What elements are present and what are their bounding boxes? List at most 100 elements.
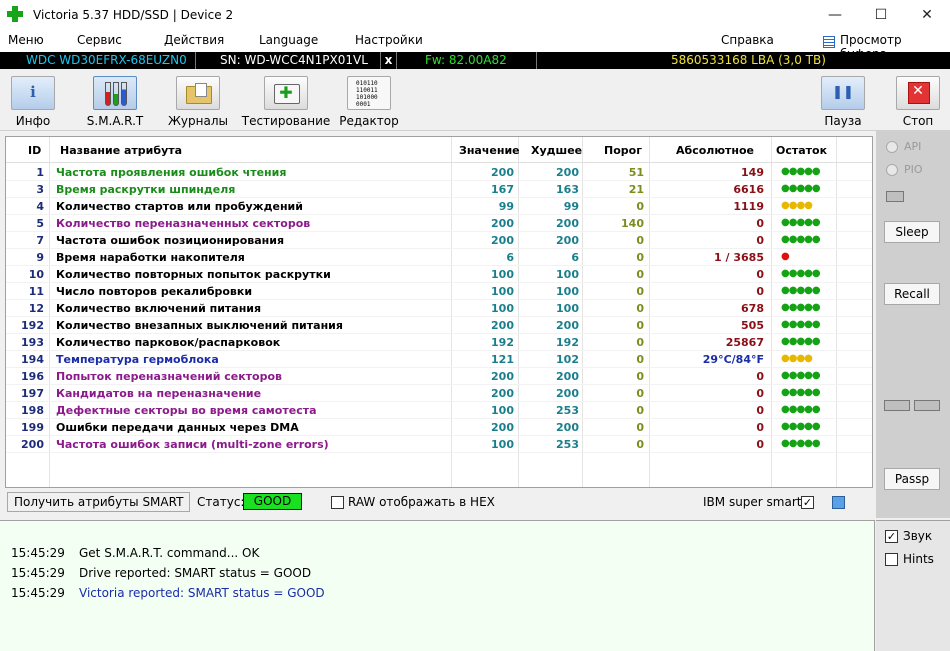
smart-attributes-table: ID Название атрибута Значение Худшее Пор… bbox=[5, 136, 873, 488]
header-threshold[interactable]: Порог bbox=[604, 144, 642, 157]
cell-value: 100 bbox=[491, 404, 514, 417]
cell-worst: 6 bbox=[571, 251, 579, 264]
info-icon: i bbox=[11, 76, 55, 110]
cell-value: 167 bbox=[491, 183, 514, 196]
get-smart-button[interactable]: Получить атрибуты SMART bbox=[7, 492, 191, 512]
table-row[interactable]: 200 Частота ошибок записи (multi-zone err… bbox=[6, 436, 872, 453]
info-button[interactable]: i Инфо bbox=[0, 76, 68, 128]
header-worst[interactable]: Худшее bbox=[531, 144, 582, 157]
menu-bar: Меню Сервис Действия Language Настройки … bbox=[0, 31, 950, 61]
options-panel: ✓ Звук Hints bbox=[876, 520, 950, 651]
header-raw[interactable]: Абсолютное bbox=[676, 144, 754, 157]
right-control-panel: API PIO Sleep Recall Passp bbox=[876, 131, 950, 518]
cell-worst: 253 bbox=[556, 438, 579, 451]
menu-service[interactable]: Сервис bbox=[77, 33, 122, 47]
stop-button[interactable]: ✕ Стоп bbox=[883, 76, 950, 128]
table-row[interactable]: 10 Количество повторных попыток раскрутки… bbox=[6, 266, 872, 283]
cell-remaining: ●●●●● bbox=[781, 319, 821, 330]
menu-settings[interactable]: Настройки bbox=[355, 33, 423, 47]
close-button[interactable]: ✕ bbox=[904, 0, 950, 31]
api-radio[interactable] bbox=[886, 141, 898, 153]
cell-raw: 1119 bbox=[733, 200, 764, 213]
raw-hex-checkbox[interactable] bbox=[331, 496, 344, 509]
cell-worst: 102 bbox=[556, 353, 579, 366]
cell-worst: 200 bbox=[556, 387, 579, 400]
device-close-button[interactable]: x bbox=[381, 52, 397, 69]
table-row[interactable]: 199 Ошибки передачи данных через DMA 200 20… bbox=[6, 419, 872, 436]
cell-remaining: ●●●●● bbox=[781, 183, 821, 194]
pause-button[interactable]: ❚❚ Пауза bbox=[808, 76, 878, 128]
table-row[interactable]: 12 Количество включений питания 100 100 0 678… bbox=[6, 300, 872, 317]
cell-raw: 0 bbox=[756, 234, 764, 247]
status-label: Статус: bbox=[197, 495, 245, 509]
menu-help[interactable]: Справка bbox=[721, 33, 774, 47]
cell-name: Количество стартов или пробуждений bbox=[56, 200, 303, 213]
cell-id: 193 bbox=[21, 336, 44, 349]
editor-button[interactable]: 010110 110011 101000 0001 Редактор bbox=[334, 76, 404, 128]
log-line: 15:45:29 Victoria reported: SMART status … bbox=[11, 586, 325, 600]
sound-checkbox[interactable]: ✓ bbox=[885, 530, 898, 543]
cell-threshold: 0 bbox=[636, 302, 644, 315]
cell-raw: 0 bbox=[756, 387, 764, 400]
cell-name: Ошибки передачи данных через DMA bbox=[56, 421, 299, 434]
cell-value: 200 bbox=[491, 319, 514, 332]
cell-worst: 163 bbox=[556, 183, 579, 196]
ibm-super-smart-checkbox[interactable]: ✓ bbox=[801, 496, 814, 509]
hints-checkbox[interactable] bbox=[885, 553, 898, 566]
mini-button-right[interactable] bbox=[914, 400, 940, 411]
table-row[interactable]: 3 Время раскрутки шпинделя 167 163 21 6616 ●●●… bbox=[6, 181, 872, 198]
pio-radio[interactable] bbox=[886, 164, 898, 176]
cell-name: Частота ошибок позиционирования bbox=[56, 234, 285, 247]
menu-actions[interactable]: Действия bbox=[164, 33, 224, 47]
table-row[interactable]: 4 Количество стартов или пробуждений 99 99 0… bbox=[6, 198, 872, 215]
smart-button[interactable]: S.M.A.R.T bbox=[80, 76, 150, 128]
cell-remaining: ●●●●● bbox=[781, 387, 821, 398]
table-row[interactable]: 197 Кандидатов на переназначение 200 200 0 0 ●… bbox=[6, 385, 872, 402]
cell-value: 121 bbox=[491, 353, 514, 366]
header-name[interactable]: Название атрибута bbox=[60, 144, 182, 157]
sleep-button[interactable]: Sleep bbox=[884, 221, 940, 243]
table-row[interactable]: 198 Дефектные секторы во время самотеста 1… bbox=[6, 402, 872, 419]
recall-button[interactable]: Recall bbox=[884, 283, 940, 305]
editor-icon-line: 101000 bbox=[356, 94, 378, 101]
cell-id: 1 bbox=[36, 166, 44, 179]
cell-value: 200 bbox=[491, 166, 514, 179]
table-row[interactable]: 192 Количество внезапных выключений питан… bbox=[6, 317, 872, 334]
device-info-bar: WDC WD30EFRX-68EUZN0 SN: WD-WCC4N1PX01VL… bbox=[0, 52, 950, 69]
header-value[interactable]: Значение bbox=[459, 144, 520, 157]
cell-threshold: 0 bbox=[636, 251, 644, 264]
header-id[interactable]: ID bbox=[28, 144, 41, 157]
testing-button[interactable]: ✚ Тестирование bbox=[236, 76, 336, 128]
table-row[interactable]: 194 Температура гермоблока 121 102 0 29°C/84°… bbox=[6, 351, 872, 368]
cell-raw: 0 bbox=[756, 370, 764, 383]
mini-button-left[interactable] bbox=[884, 400, 910, 411]
minimize-button[interactable]: — bbox=[812, 0, 858, 31]
table-row[interactable]: 9 Время наработки накопителя 6 6 0 1 / 3685 ● bbox=[6, 249, 872, 266]
table-row[interactable]: 1 Частота проявления ошибок чтения 200 200 5… bbox=[6, 164, 872, 181]
table-row[interactable]: 7 Частота ошибок позиционирования 200 200 0 0… bbox=[6, 232, 872, 249]
header-remaining[interactable]: Остаток bbox=[776, 144, 827, 157]
table-row[interactable]: 5 Количество переназначенных секторов 200 2… bbox=[6, 215, 872, 232]
cell-raw: 25867 bbox=[725, 336, 764, 349]
cell-raw: 0 bbox=[756, 404, 764, 417]
cell-name: Время раскрутки шпинделя bbox=[56, 183, 236, 196]
maximize-button[interactable]: ☐ bbox=[858, 0, 904, 31]
color-indicator-icon[interactable] bbox=[832, 496, 845, 509]
smart-label: S.M.A.R.T bbox=[86, 114, 144, 128]
table-row[interactable]: 193 Количество парковок/распарковок 192 192… bbox=[6, 334, 872, 351]
table-header: ID Название атрибута Значение Худшее Пор… bbox=[6, 137, 872, 163]
menu-main[interactable]: Меню bbox=[8, 33, 44, 47]
passp-button[interactable]: Passp bbox=[884, 468, 940, 490]
cell-worst: 100 bbox=[556, 285, 579, 298]
cell-worst: 192 bbox=[556, 336, 579, 349]
toolbar: i Инфо S.M.A.R.T Журналы ✚ Тестирование … bbox=[0, 70, 950, 131]
table-row[interactable]: 11 Число повторов рекалибровки 100 100 0 0 ●●●… bbox=[6, 283, 872, 300]
binary-editor-icon: 010110 110011 101000 0001 bbox=[347, 76, 391, 110]
table-row[interactable]: 196 Попыток переназначений секторов 200 200… bbox=[6, 368, 872, 385]
device-model: WDC WD30EFRX-68EUZN0 bbox=[0, 52, 196, 69]
device-firmware: Fw: 82.00A82 bbox=[397, 52, 537, 69]
cell-name: Количество переназначенных секторов bbox=[56, 217, 311, 230]
logs-button[interactable]: Журналы bbox=[163, 76, 233, 128]
menu-language[interactable]: Language bbox=[259, 33, 318, 47]
cell-remaining: ●●●●● bbox=[781, 234, 821, 245]
